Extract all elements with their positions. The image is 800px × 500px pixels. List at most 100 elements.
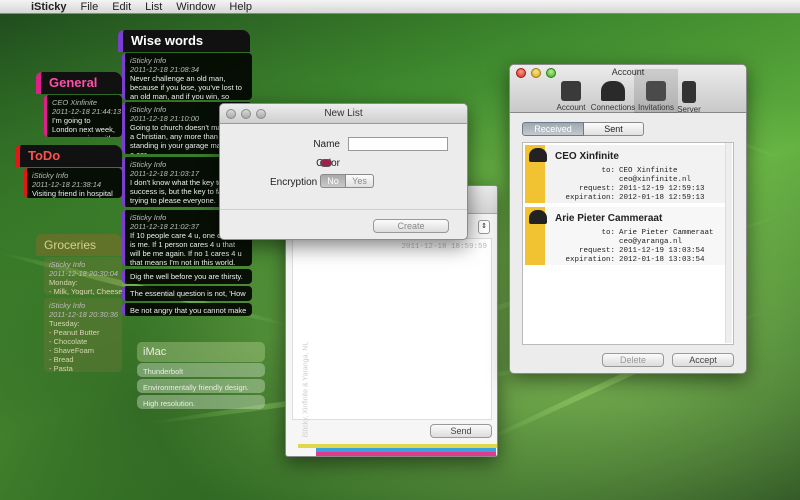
general-tab[interactable]: General (36, 72, 122, 94)
invitation-row[interactable]: Arie Pieter Cammeraat to: request: expir… (525, 207, 725, 265)
todo-note-1[interactable]: iSticky Info 2011-12-18 21:38:14 Visitin… (24, 168, 122, 198)
wise-words-tab[interactable]: Wise words (118, 30, 250, 52)
scrollbar[interactable] (725, 143, 732, 343)
menu-file[interactable]: File (73, 0, 105, 14)
request-label: request: (578, 247, 615, 255)
invitation-email: ceo@yaranga.nl (619, 238, 683, 246)
note-text: Be not angry that you cannot make (130, 306, 247, 315)
note-text: High resolution. (143, 399, 196, 408)
minimize-icon[interactable] (531, 68, 541, 78)
account-toolbar: Account Account Connections Invitations … (510, 65, 746, 114)
new-list-window: New List Name Color Encryption No Yes Cr… (219, 103, 468, 240)
note-meta: iSticky Info 2011-12-18 20:30:36 (49, 301, 119, 319)
compose-text-area[interactable]: 2011-12-18 18:59:59 iSticky, Xinfinite &… (292, 238, 492, 438)
imac-note-3[interactable]: High resolution. (137, 395, 265, 409)
imac-note-1[interactable]: Thunderbolt (137, 363, 265, 377)
general-title: General (49, 75, 98, 90)
divider (220, 209, 467, 210)
note-text: Visiting friend in hospital (32, 189, 113, 198)
send-button[interactable]: Send (430, 424, 492, 438)
toolbar-label: Account (556, 103, 586, 112)
invitation-to: Arie Pieter Cammeraat (619, 229, 714, 237)
note-text: Dig the well before you are thirsty. (130, 272, 243, 281)
tab-sent[interactable]: Sent (584, 122, 644, 136)
new-list-titlebar: New List (220, 104, 467, 124)
account-window: Account Account Connections Invitations … (509, 64, 747, 374)
expiration-label: expiration: (565, 194, 615, 202)
menu-window[interactable]: Window (169, 0, 222, 14)
color-strip-pink (316, 452, 496, 456)
todo-tab[interactable]: ToDo (15, 145, 122, 167)
accept-button[interactable]: Accept (672, 353, 734, 367)
close-icon[interactable] (516, 68, 526, 78)
wise-note-5[interactable]: Dig the well before you are thirsty. (122, 269, 252, 284)
to-label: to: (601, 229, 615, 237)
compose-date: 2011-12-18 18:59:59 (401, 243, 487, 251)
compose-vertical-text: iSticky, Xinfinite & Yaranga, NL (302, 341, 310, 438)
toolbar-server[interactable]: Server (674, 69, 704, 119)
server-icon (682, 81, 696, 103)
color-swatch[interactable] (320, 159, 332, 167)
people-icon (529, 210, 547, 224)
name-label: Name (313, 139, 340, 150)
to-label: to: (601, 167, 615, 175)
groceries-note-2[interactable]: iSticky Info 2011-12-18 20:30:36 Tuesday… (44, 298, 122, 372)
note-text: Never challenge an old man, because if y… (130, 74, 242, 100)
note-text: Environmentally friendly design. (143, 383, 249, 392)
todo-title: ToDo (28, 148, 61, 163)
create-button[interactable]: Create (373, 219, 449, 233)
invitation-list: CEO Xinfinite to: request: expiration: C… (522, 142, 734, 345)
encryption-yes-button[interactable]: Yes (346, 174, 374, 188)
menu-edit[interactable]: Edit (105, 0, 138, 14)
people-icon (529, 148, 547, 162)
note-text: I'm going to London next week, are you g… (52, 116, 115, 137)
stepper-icon[interactable]: ⇕ (478, 220, 490, 234)
menu-help[interactable]: Help (222, 0, 259, 14)
groceries-title: Groceries (44, 238, 97, 252)
invitation-email: ceo@xinfinite.nl (619, 176, 692, 184)
toolbar-invitations[interactable]: Invitations (634, 69, 678, 113)
delete-button[interactable]: Delete (602, 353, 664, 367)
tab-received[interactable]: Received (522, 122, 584, 136)
menu-app-name[interactable]: iSticky (24, 0, 73, 14)
wise-note-1[interactable]: iSticky Info 2011-12-18 21:08:34 Never c… (122, 53, 252, 100)
general-note-1[interactable]: CEO Xinfinite 2011-12-18 21:44:13 I'm go… (44, 95, 122, 137)
name-input[interactable] (348, 137, 448, 151)
invitation-name: Arie Pieter Cammeraat (555, 213, 663, 224)
note-text: Thunderbolt (143, 367, 184, 376)
note-meta: CEO Xinfinite 2011-12-18 21:44:13 (52, 98, 122, 116)
imac-tab[interactable]: iMac (137, 342, 265, 362)
expiration-label: expiration: (565, 256, 615, 264)
close-icon[interactable] (226, 109, 236, 119)
note-meta: iSticky Info 2011-12-18 20:30:04 (49, 260, 119, 278)
encryption-no-button[interactable]: No (320, 174, 346, 188)
wise-words-title: Wise words (131, 33, 204, 48)
note-meta: iSticky Info 2011-12-18 21:38:14 (32, 171, 102, 189)
new-list-title: New List (324, 108, 363, 119)
account-icon (561, 81, 581, 101)
groceries-note-1[interactable]: iSticky Info 2011-12-18 20:30:04 Monday:… (44, 257, 122, 295)
wise-note-6[interactable]: The essential question is not, 'How (122, 286, 252, 301)
people-icon (601, 81, 625, 101)
imac-title: iMac (143, 346, 167, 358)
toolbar-label: Server (677, 105, 701, 114)
invitation-expiration: 2012-01-18 12:59:13 (619, 194, 705, 202)
menu-list[interactable]: List (138, 0, 169, 14)
invitation-row[interactable]: CEO Xinfinite to: request: expiration: C… (525, 145, 725, 203)
imac-note-2[interactable]: Environmentally friendly design. (137, 379, 265, 393)
menu-bar: iSticky File Edit List Window Help (0, 0, 800, 14)
toolbar-connections[interactable]: Connections (590, 69, 636, 119)
note-text: Monday: - Milk, Yogurt, Cheese (49, 278, 122, 295)
invitation-expiration: 2012-01-18 13:03:54 (619, 256, 705, 264)
toolbar-account[interactable]: Account (550, 69, 592, 119)
toolbar-label: Invitations (637, 103, 675, 112)
note-meta: iSticky Info 2011-12-18 21:08:34 (130, 56, 200, 74)
invitation-to: CEO Xinfinite (619, 167, 678, 175)
toolbar-label: Connections (590, 103, 636, 112)
note-text: The essential question is not, 'How (130, 289, 246, 298)
wise-note-7[interactable]: Be not angry that you cannot make (122, 303, 252, 316)
invitation-icon (646, 81, 666, 101)
minimize-icon[interactable] (241, 109, 251, 119)
groceries-tab[interactable]: Groceries (36, 234, 122, 256)
zoom-icon[interactable] (256, 109, 266, 119)
